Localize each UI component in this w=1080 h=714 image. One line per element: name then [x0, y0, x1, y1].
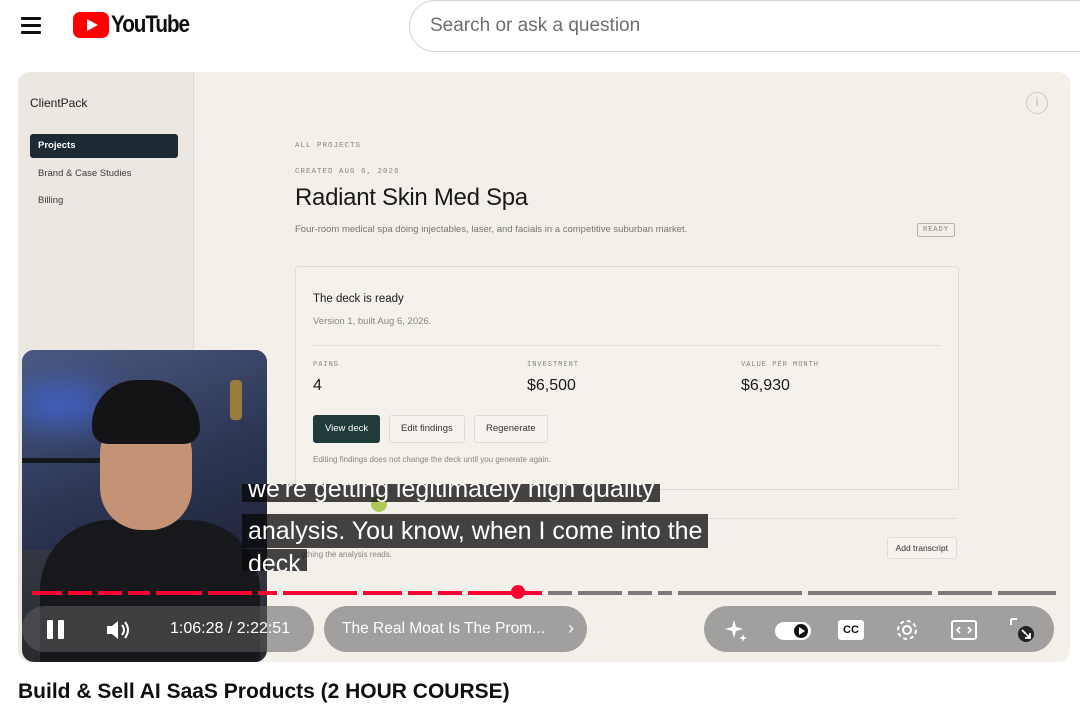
video-title: Build & Sell AI SaaS Products (2 HOUR CO… — [18, 680, 510, 703]
search-placeholder: Search or ask a question — [430, 15, 641, 36]
progress-chapter-segment[interactable] — [658, 591, 672, 595]
app-main: i ALL PROJECTS CREATED AUG 6, 2026 Radia… — [194, 72, 1070, 662]
youtube-logo-icon — [73, 12, 109, 38]
right-controls — [704, 606, 1054, 652]
progress-chapter-segment[interactable] — [808, 591, 932, 595]
progress-chapter-segment[interactable] — [408, 591, 432, 595]
chevron-right-icon[interactable]: › — [568, 618, 574, 639]
add-transcript-button: Add transcript — [886, 537, 957, 559]
progress-chapter-segment[interactable] — [258, 591, 277, 595]
sidebar-item-brand-case-studies: Brand & Case Studies — [38, 168, 132, 179]
progress-chapter-segment[interactable] — [438, 591, 462, 595]
project-title: Radiant Skin Med Spa — [295, 184, 528, 211]
progress-chapter-segment[interactable] — [468, 591, 517, 595]
caption-line-1: we're getting legitimately high quality — [242, 484, 661, 502]
stat-label-value-per-month: VALUE PER MONTH — [741, 361, 820, 369]
progress-chapter-segment[interactable] — [156, 591, 202, 595]
miniplayer-icon[interactable] — [948, 614, 980, 646]
search-input[interactable]: Search or ask a question — [409, 0, 1080, 52]
video-player[interactable]: ClientPack Projects Brand & Case Studies… — [18, 72, 1070, 662]
progress-chapter-segment[interactable] — [283, 591, 357, 595]
deck-card: The deck is ready Version 1, built Aug 6… — [295, 266, 959, 490]
info-icon: i — [1026, 92, 1048, 114]
stat-label-pains: PAINS — [313, 361, 340, 369]
fullscreen-icon[interactable] — [1006, 614, 1038, 646]
progress-chapter-segment[interactable] — [998, 591, 1056, 595]
autoplay-toggle[interactable] — [775, 622, 811, 640]
created-date: CREATED AUG 6, 2026 — [295, 168, 400, 176]
progress-chapter-segment[interactable] — [628, 591, 652, 595]
volume-icon[interactable] — [104, 618, 134, 642]
deck-subtitle: Version 1, built Aug 6, 2026. — [313, 316, 432, 327]
progress-chapter-segment[interactable] — [548, 591, 572, 595]
project-description: Four-room medical spa doing injectables,… — [295, 224, 688, 235]
app-brand: ClientPack — [30, 96, 88, 110]
youtube-logo-text: YouTube — [111, 11, 190, 38]
stat-label-investment: INVESTMENT — [527, 361, 580, 369]
progress-chapter-segment[interactable] — [128, 591, 150, 595]
deck-title: The deck is ready — [313, 293, 404, 305]
edit-findings-button: Edit findings — [389, 415, 465, 443]
deck-note: Editing findings does not change the dec… — [313, 455, 551, 464]
divider — [313, 345, 941, 346]
transcript-text: ...ything the analysis reads. — [295, 550, 392, 559]
caption-line-3: deck — [242, 549, 307, 571]
progress-scrubber[interactable] — [511, 585, 525, 599]
youtube-header: YouTube Search or ask a question — [0, 0, 1080, 56]
pause-icon[interactable] — [44, 618, 68, 642]
progress-chapter-segment[interactable] — [68, 591, 92, 595]
cc-icon[interactable]: CC — [838, 620, 864, 640]
progress-chapter-segment[interactable] — [363, 591, 402, 595]
progress-chapter-segment[interactable] — [523, 591, 542, 595]
caption-line-2: analysis. You know, when I come into the — [242, 514, 709, 548]
sparkle-icon[interactable] — [720, 614, 752, 646]
regenerate-button: Regenerate — [474, 415, 548, 443]
stat-value-investment: $6,500 — [527, 377, 576, 394]
stat-value-pains: 4 — [313, 377, 322, 394]
view-deck-button: View deck — [313, 415, 381, 443]
settings-gear-icon[interactable] — [891, 614, 923, 646]
status-badge: READY — [917, 223, 956, 237]
chapter-title[interactable]: The Real Moat Is The Prom... — [342, 620, 545, 638]
menu-icon[interactable] — [18, 12, 46, 40]
progress-chapter-segment[interactable] — [938, 591, 992, 595]
progress-bar[interactable] — [32, 591, 1056, 595]
sidebar-item-projects: Projects — [30, 134, 178, 158]
time-display: 1:06:28 / 2:22:51 — [170, 620, 291, 637]
progress-chapter-segment[interactable] — [32, 591, 62, 595]
progress-chapter-segment[interactable] — [578, 591, 622, 595]
youtube-logo[interactable]: YouTube — [73, 11, 202, 38]
progress-chapter-segment[interactable] — [208, 591, 252, 595]
progress-chapter-segment[interactable] — [678, 591, 802, 595]
sidebar-item-billing: Billing — [38, 195, 64, 206]
breadcrumb: ALL PROJECTS — [295, 142, 362, 150]
progress-chapter-segment[interactable] — [98, 591, 122, 595]
stat-value-value-per-month: $6,930 — [741, 377, 790, 394]
